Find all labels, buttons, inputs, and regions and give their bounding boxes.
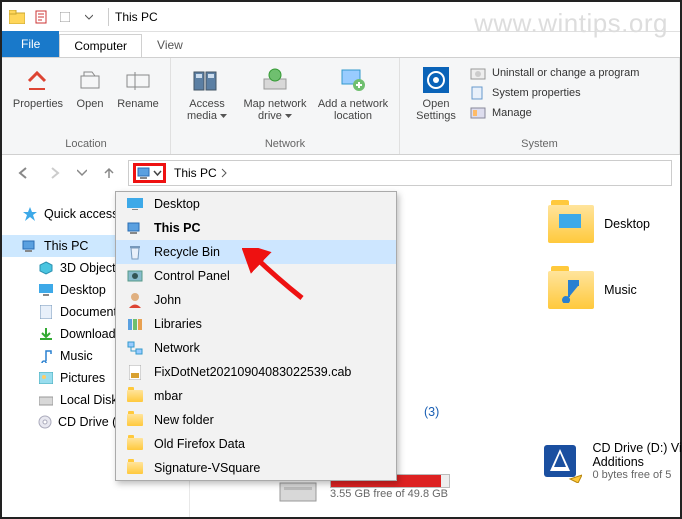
add-location-icon: [337, 64, 369, 96]
sys-props-icon: [470, 85, 486, 101]
qat-properties-icon[interactable]: [30, 6, 52, 28]
title-bar: This PC: [2, 2, 680, 32]
downloads-icon: [38, 326, 54, 342]
group-system: Open Settings Uninstall or change a prog…: [400, 58, 680, 154]
forward-button[interactable]: [42, 160, 68, 186]
dd-icon: [126, 436, 144, 452]
dropdown-item[interactable]: Libraries: [116, 312, 396, 336]
folder-music[interactable]: Music: [548, 271, 650, 309]
dd-icon: [126, 364, 144, 380]
pc-icon: [137, 166, 153, 180]
group-location-label: Location: [10, 136, 162, 152]
recent-locations-button[interactable]: [74, 160, 90, 186]
drive-free-text: 3.55 GB free of 49.8 GB: [330, 488, 450, 500]
map-network-drive-button[interactable]: Map network drive: [239, 62, 311, 122]
dropdown-item[interactable]: Desktop: [116, 192, 396, 216]
qat-folder-icon[interactable]: [6, 6, 28, 28]
dropdown-item[interactable]: Control Panel: [116, 264, 396, 288]
star-icon: [22, 206, 38, 222]
dd-icon: [126, 460, 144, 476]
group-location: Properties Open Rename Location: [2, 58, 171, 154]
tab-computer[interactable]: Computer: [59, 34, 142, 57]
dd-icon: [126, 340, 144, 356]
dd-icon: [126, 268, 144, 284]
group-network-label: Network: [179, 136, 391, 152]
rename-button[interactable]: Rename: [114, 62, 162, 110]
dd-icon: [126, 244, 144, 260]
dd-icon: [126, 388, 144, 404]
open-icon: [74, 64, 106, 96]
system-properties-button[interactable]: System properties: [468, 84, 641, 102]
address-bar-row: This PC: [2, 155, 680, 191]
back-button[interactable]: [10, 160, 36, 186]
dd-icon: [126, 316, 144, 332]
manage-button[interactable]: Manage: [468, 104, 641, 122]
dropdown-item[interactable]: This PC: [116, 216, 396, 240]
access-media-icon: [191, 64, 223, 96]
properties-icon: [22, 64, 54, 96]
dropdown-item[interactable]: Signature-VSquare: [116, 456, 396, 480]
up-button[interactable]: [96, 160, 122, 186]
title-separator: [108, 8, 109, 26]
music-icon: [38, 348, 54, 364]
devices-count: (3): [424, 405, 439, 419]
breadcrumb-dropdown[interactable]: DesktopThis PCRecycle BinControl PanelJo…: [115, 191, 397, 481]
map-drive-icon: [259, 64, 291, 96]
folder-icon: [548, 271, 594, 309]
rename-icon: [122, 64, 154, 96]
desktop-icon: [38, 282, 54, 298]
manage-icon: [470, 105, 486, 121]
dropdown-item[interactable]: New folder: [116, 408, 396, 432]
ribbon: Properties Open Rename Location Access m…: [2, 57, 680, 155]
dropdown-item[interactable]: Network: [116, 336, 396, 360]
dd-icon: [126, 196, 144, 212]
open-settings-button[interactable]: Open Settings: [408, 62, 464, 122]
qat-overflow-icon[interactable]: [78, 6, 100, 28]
uninstall-program-button[interactable]: Uninstall or change a program: [468, 64, 641, 82]
add-network-location-button[interactable]: Add a network location: [315, 62, 391, 122]
dd-icon: [126, 220, 144, 236]
breadcrumb-this-pc[interactable]: This PC: [168, 164, 234, 182]
drive-cd[interactable]: CD Drive (D:) Vir Additions 0 bytes free…: [538, 439, 682, 483]
tab-view[interactable]: View: [142, 33, 198, 57]
breadcrumb-bar[interactable]: This PC: [128, 160, 672, 186]
settings-icon: [420, 64, 452, 96]
window-title: This PC: [115, 10, 158, 24]
pc-icon: [22, 238, 38, 254]
folder-icon: [548, 205, 594, 243]
pictures-icon: [38, 370, 54, 386]
dd-icon: [126, 412, 144, 428]
disk-icon: [38, 392, 54, 408]
dropdown-item[interactable]: Recycle Bin: [116, 240, 396, 264]
documents-icon: [38, 304, 54, 320]
dropdown-item[interactable]: mbar: [116, 384, 396, 408]
qat-dropdown-icon[interactable]: [54, 6, 76, 28]
breadcrumb-root-dropdown[interactable]: [133, 163, 166, 183]
vbox-cd-icon: [538, 439, 582, 483]
ribbon-tabs: File Computer View: [2, 32, 680, 57]
dd-icon: [126, 292, 144, 308]
cd-icon: [38, 414, 52, 430]
chevron-down-icon: [153, 166, 162, 180]
access-media-button[interactable]: Access media: [179, 62, 235, 122]
group-network: Access media Map network drive Add a net…: [171, 58, 400, 154]
folder-desktop[interactable]: Desktop: [548, 205, 650, 243]
properties-button[interactable]: Properties: [10, 62, 66, 110]
dropdown-item[interactable]: FixDotNet20210904083022539.cab: [116, 360, 396, 384]
open-button[interactable]: Open: [70, 62, 110, 110]
dropdown-item[interactable]: John: [116, 288, 396, 312]
dropdown-item[interactable]: Old Firefox Data: [116, 432, 396, 456]
uninstall-icon: [470, 65, 486, 81]
tab-file[interactable]: File: [2, 31, 59, 57]
3d-icon: [38, 260, 54, 276]
group-system-label: System: [408, 136, 671, 152]
